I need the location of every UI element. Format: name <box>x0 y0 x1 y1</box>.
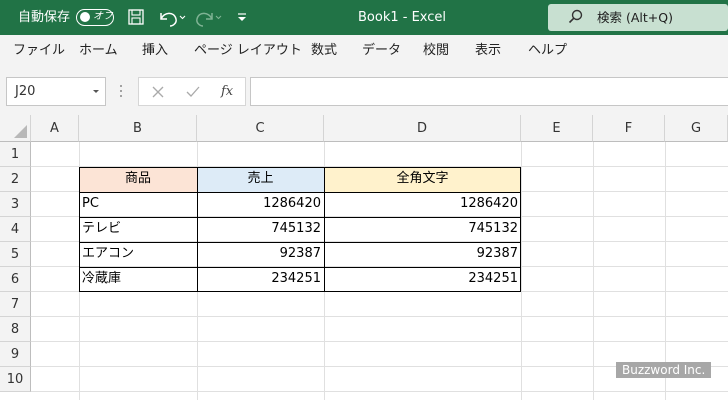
menu-formulas[interactable]: 数式 <box>311 35 337 67</box>
autosave-label: 自動保存 <box>18 10 71 25</box>
row-header-6[interactable]: 6 <box>0 267 31 292</box>
column-header-b[interactable]: B <box>79 115 197 142</box>
autosave-state: オフ <box>93 11 113 22</box>
worksheet-grid[interactable]: A B C D E F G 1 2 3 4 5 6 7 8 9 10 商品 売上… <box>0 115 728 400</box>
row-header-7[interactable]: 7 <box>0 292 31 317</box>
row-header-10[interactable]: 10 <box>0 367 31 392</box>
column-header-c[interactable]: C <box>197 115 324 142</box>
menu-insert[interactable]: 挿入 <box>142 35 168 67</box>
column-header-d[interactable]: D <box>324 115 521 142</box>
formula-input[interactable] <box>250 77 728 106</box>
row-header-9[interactable]: 9 <box>0 342 31 367</box>
title-bar: 自動保存 オフ Book1 - Excel 検索 (Alt+Q) <box>0 0 728 35</box>
search-placeholder: 検索 (Alt+Q) <box>597 10 673 25</box>
name-box-value: J20 <box>15 84 36 99</box>
row-header-4[interactable]: 4 <box>0 217 31 242</box>
undo-icon[interactable] <box>156 0 186 35</box>
window-title: Book1 - Excel <box>358 10 447 25</box>
search-icon <box>568 9 584 29</box>
insert-function-icon[interactable]: fx <box>221 78 233 105</box>
column-header-e[interactable]: E <box>521 115 593 142</box>
redo-icon[interactable] <box>194 0 224 35</box>
ribbon-collapsed <box>0 67 728 75</box>
cancel-icon[interactable] <box>151 84 165 103</box>
watermark: Buzzword Inc. <box>616 362 712 378</box>
menu-home[interactable]: ホーム <box>79 35 118 67</box>
column-header-a[interactable]: A <box>31 115 79 142</box>
row-header-2[interactable]: 2 <box>0 167 31 192</box>
customize-toolbar-icon[interactable] <box>236 0 248 35</box>
menu-bar: ファイル ホーム 挿入 ページ レイアウト 数式 データ 校閲 表示 ヘルプ <box>0 35 728 67</box>
search-box[interactable]: 検索 (Alt+Q) <box>548 4 728 31</box>
menu-help[interactable]: ヘルプ <box>528 35 567 67</box>
column-header-f[interactable]: F <box>593 115 665 142</box>
menu-view[interactable]: 表示 <box>475 35 501 67</box>
table-borders <box>79 167 521 292</box>
row-header-1[interactable]: 1 <box>0 142 31 167</box>
menu-data[interactable]: データ <box>362 35 401 67</box>
menu-page-layout[interactable]: ページ レイアウト <box>194 35 302 67</box>
row-header-3[interactable]: 3 <box>0 192 31 217</box>
row-header-8[interactable]: 8 <box>0 317 31 342</box>
name-box[interactable]: J20 <box>6 77 106 106</box>
enter-icon[interactable] <box>186 84 200 103</box>
autosave-toggle[interactable]: オフ <box>76 9 114 26</box>
formula-buttons: fx <box>138 77 246 106</box>
menu-file[interactable]: ファイル <box>13 35 65 67</box>
more-options-icon[interactable] <box>119 83 123 103</box>
row-header-5[interactable]: 5 <box>0 242 31 267</box>
select-all-corner[interactable] <box>0 115 31 142</box>
chevron-down-icon[interactable] <box>92 78 100 115</box>
save-icon[interactable] <box>127 0 145 35</box>
toggle-knob-icon <box>80 12 90 22</box>
formula-bar: J20 fx <box>0 75 728 115</box>
menu-review[interactable]: 校閲 <box>423 35 449 67</box>
column-header-g[interactable]: G <box>665 115 728 142</box>
